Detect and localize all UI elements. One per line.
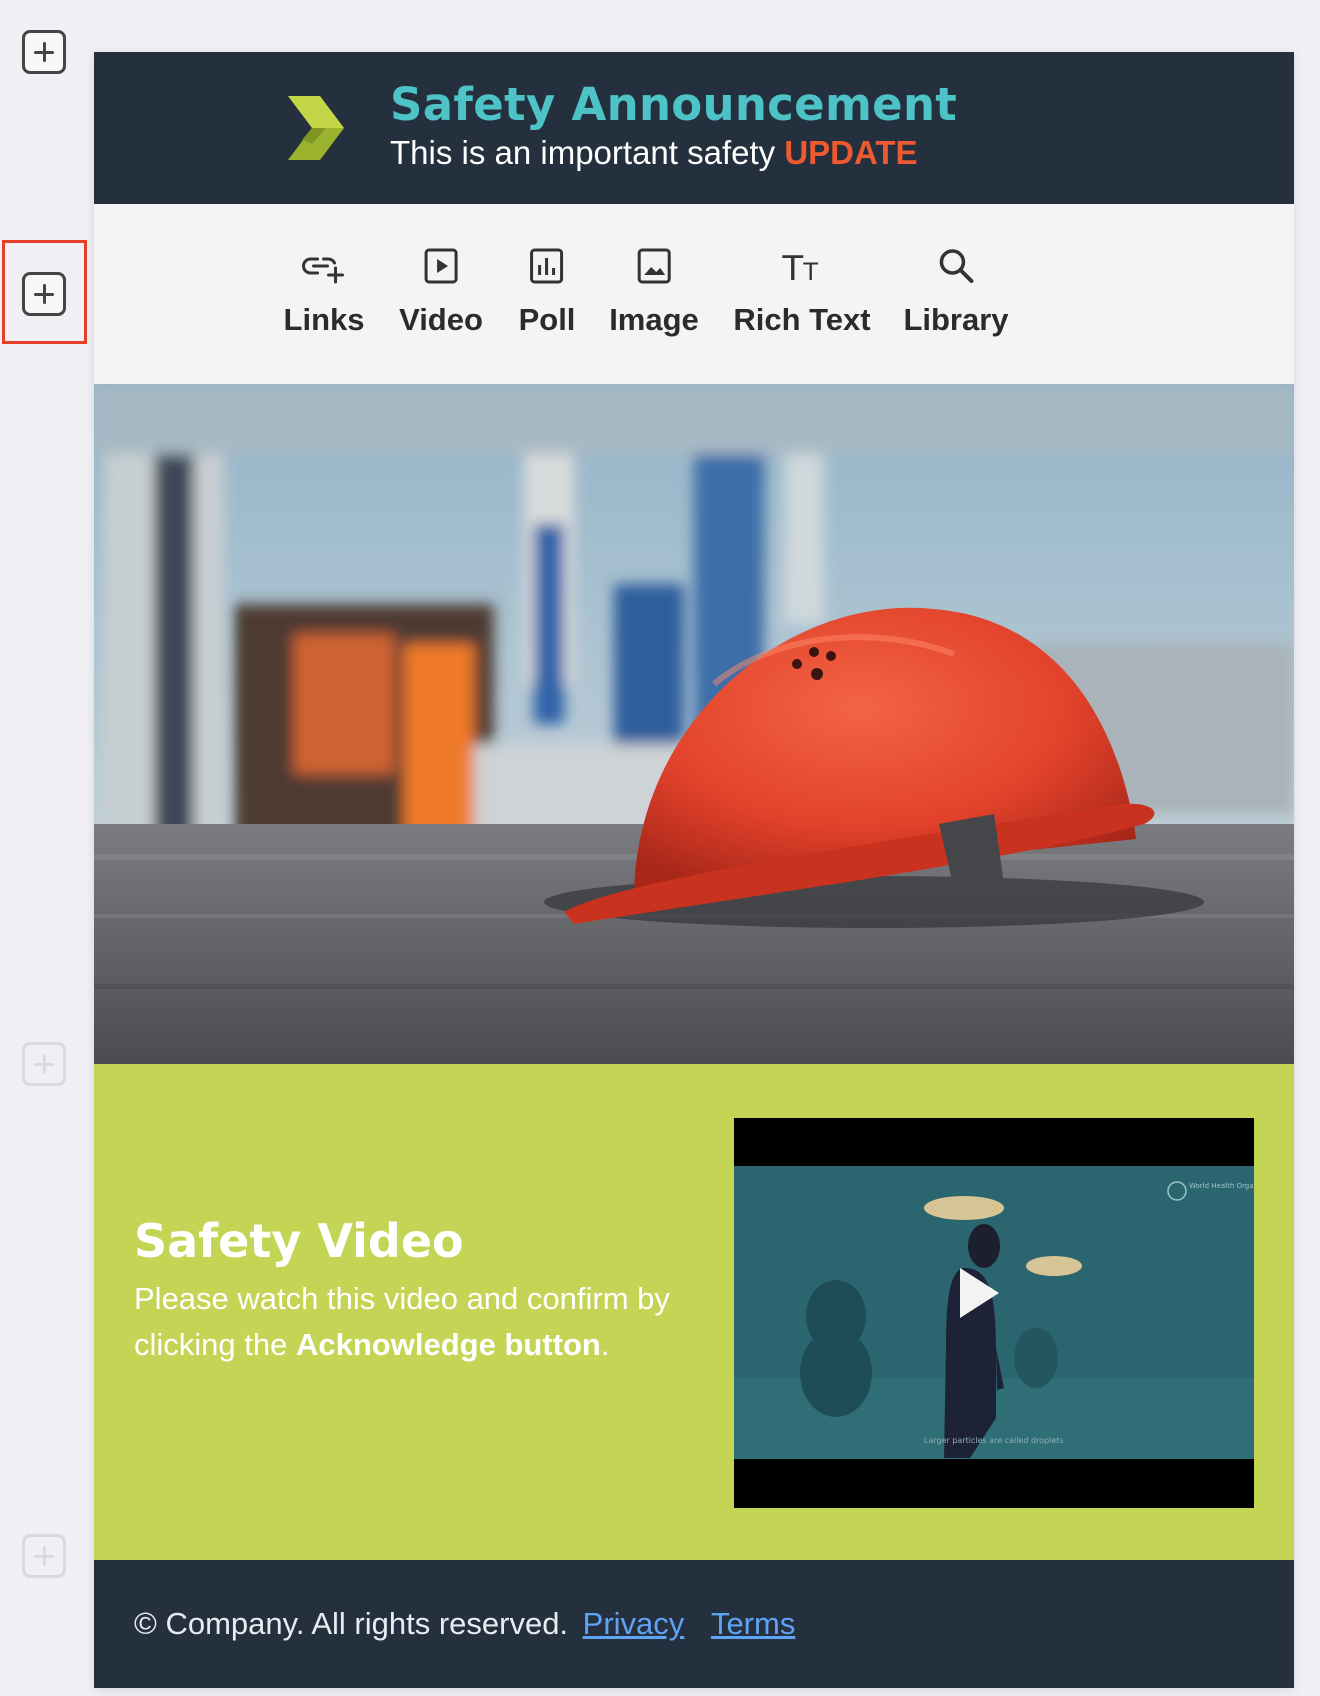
video-play-icon [424, 248, 458, 284]
video-thumbnail: World Health Organization Larger particl… [734, 1118, 1254, 1508]
video-caption: Larger particles are called droplets [924, 1436, 1064, 1445]
toolbar-links-label: Links [283, 302, 365, 337]
toolbar-library-button[interactable]: Library [903, 244, 1009, 338]
add-block-button-selected[interactable] [22, 272, 66, 316]
brand-chevron-logo-icon [288, 96, 344, 160]
toolbar-library-label: Library [903, 302, 1009, 337]
terms-link[interactable]: Terms [711, 1606, 795, 1641]
header-subtitle: This is an important safety UPDATE [390, 134, 918, 172]
video-section-description: Please watch this video and confirm by c… [134, 1276, 674, 1368]
footer-text: © Company. All rights reserved. Privacy … [134, 1606, 795, 1642]
add-block-button[interactable] [22, 1534, 66, 1578]
poll-chart-icon [530, 248, 564, 284]
video-watermark: World Health Organization [1189, 1182, 1254, 1190]
email-canvas: Safety Announcement This is an important… [94, 52, 1294, 1688]
toolbar-video-label: Video [399, 302, 483, 337]
hero-image-block[interactable] [94, 384, 1294, 1064]
button-word: button [504, 1327, 601, 1362]
add-block-button[interactable] [22, 30, 66, 74]
privacy-link[interactable]: Privacy [583, 1606, 685, 1641]
header-title: Safety Announcement [390, 78, 958, 131]
hero-hard-hat-image [94, 384, 1294, 1064]
toolbar-links-button[interactable]: Links [283, 244, 365, 338]
toolbar-rich-text-label: Rich Text [733, 302, 871, 337]
header-subtitle-text: This is an important safety [390, 134, 776, 171]
text-size-icon: T T [781, 249, 818, 288]
email-footer: © Company. All rights reserved. Privacy … [94, 1560, 1294, 1688]
link-add-icon [302, 257, 345, 284]
video-player[interactable]: World Health Organization Larger particl… [734, 1118, 1254, 1508]
toolbar-poll-label: Poll [518, 302, 576, 337]
header-subtitle-highlight: UPDATE [784, 134, 918, 171]
svg-text:T: T [802, 258, 818, 286]
search-icon [939, 249, 973, 283]
toolbar-image-label: Image [609, 302, 699, 337]
toolbar-poll-button[interactable]: Poll [518, 244, 576, 338]
svg-text:T: T [781, 249, 803, 288]
video-section-desc-end: . [600, 1327, 610, 1362]
announcement-header: Safety Announcement This is an important… [94, 52, 1294, 204]
toolbar-rich-text-button[interactable]: T T Rich Text [733, 244, 870, 338]
video-section-title: Safety Video [134, 1214, 464, 1268]
safety-video-section: Safety Video Please watch this video and… [94, 1064, 1294, 1560]
footer-copyright: © Company. All rights reserved. [134, 1606, 569, 1641]
add-block-button[interactable] [22, 1042, 66, 1086]
block-insert-toolbar: Links Video Poll Image T T Rich Text Lib… [94, 204, 1294, 384]
toolbar-image-button[interactable]: Image [609, 244, 699, 338]
acknowledge-word: Acknowledge [295, 1327, 496, 1362]
image-icon [637, 248, 671, 284]
toolbar-video-button[interactable]: Video [399, 244, 483, 338]
